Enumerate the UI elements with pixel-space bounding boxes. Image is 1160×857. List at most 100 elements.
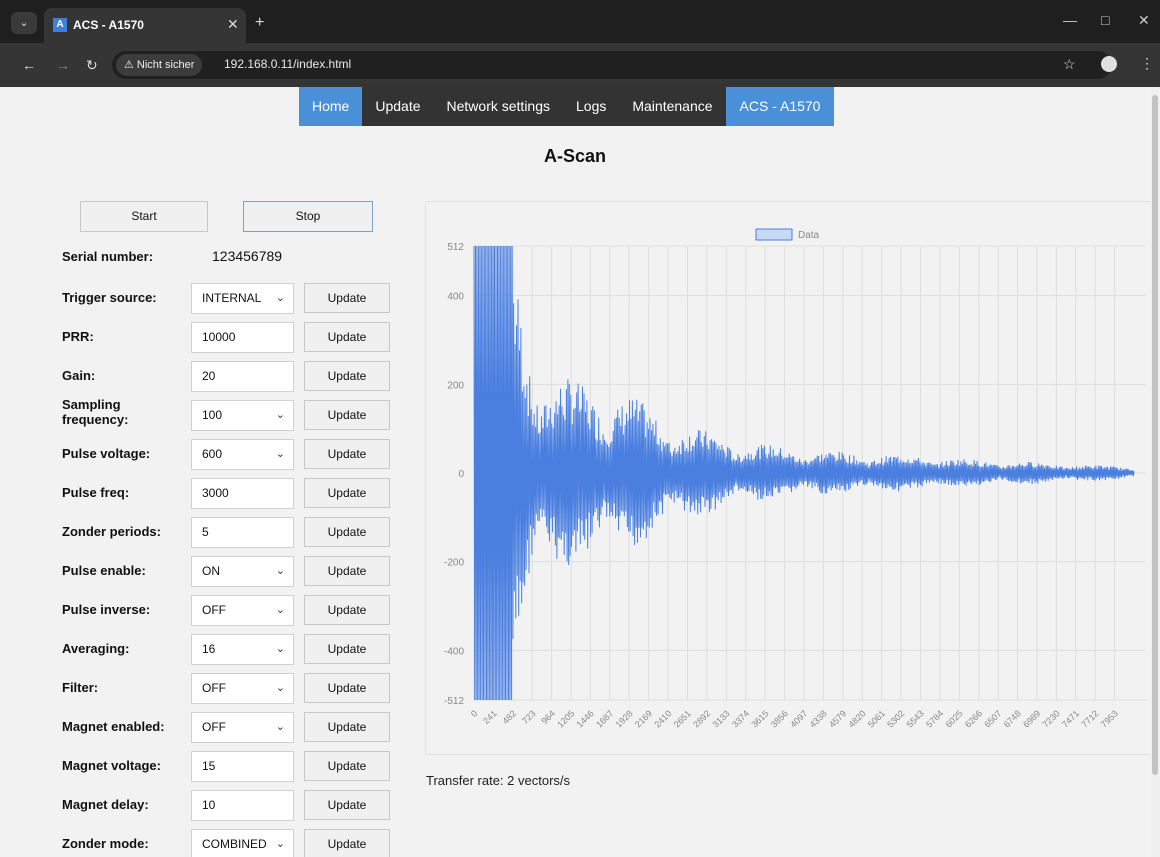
chevron-down-icon: ⌄ (275, 565, 285, 577)
chevron-down-icon: ⌄ (275, 643, 285, 655)
page-title: A-Scan (543, 146, 606, 166)
setting-label: Gain: (62, 368, 96, 383)
update-button[interactable]: Update (304, 712, 390, 742)
x-tick-label: 964 (539, 708, 557, 726)
forward-icon[interactable]: → (56, 57, 70, 73)
menu-kebab-icon[interactable]: ⋮ (1140, 55, 1154, 72)
nav-home[interactable]: Home (299, 87, 363, 126)
page-viewport: Home Update Network settings Logs Mainte… (0, 87, 1150, 857)
setting-label: Pulse inverse: (62, 602, 151, 617)
chevron-down-icon: ⌄ (275, 721, 285, 733)
setting-input[interactable]: 10 (191, 790, 294, 821)
setting-input[interactable]: 10000 (191, 322, 294, 353)
setting-value: OFF (202, 720, 226, 734)
transfer-rate: Transfer rate: 2 vectors/s (426, 773, 571, 788)
x-tick-label: 4338 (808, 708, 829, 729)
setting-label: Pulse enable: (62, 563, 146, 578)
nav-network-settings[interactable]: Network settings (433, 87, 563, 126)
browser-tab-bar: ⌄ A ACS - A1570 ✕ + — □ ✕ (0, 0, 1160, 43)
setting-select[interactable]: COMBINED ⌄ (191, 829, 294, 857)
scroll-thumb[interactable] (1152, 95, 1158, 775)
update-button[interactable]: Update (304, 595, 390, 625)
setting-value: OFF (202, 603, 226, 617)
x-tick-label: 5543 (905, 708, 926, 729)
setting-value: 10 (202, 798, 216, 812)
setting-label: Pulse voltage: (62, 446, 151, 461)
setting-value: OFF (202, 681, 226, 695)
setting-input[interactable]: 5 (191, 517, 294, 548)
setting-label: PRR: (62, 329, 94, 344)
y-tick-label: 0 (458, 469, 464, 480)
setting-input[interactable]: 20 (191, 361, 294, 392)
setting-value: ON (202, 564, 220, 578)
page-scrollbar[interactable] (1150, 87, 1160, 857)
update-button[interactable]: Update (304, 751, 390, 781)
setting-select[interactable]: ON ⌄ (191, 556, 294, 587)
setting-value: 5 (202, 525, 209, 539)
close-tab-icon[interactable]: ✕ (227, 16, 239, 33)
y-tick-label: -400 (444, 646, 464, 657)
setting-select[interactable]: 600 ⌄ (191, 439, 294, 470)
x-tick-label: 0 (469, 708, 480, 719)
minimize-icon[interactable]: — (1063, 12, 1077, 28)
y-tick-label: -512 (444, 696, 464, 707)
chevron-down-icon: ⌄ (275, 682, 285, 694)
update-button[interactable]: Update (304, 283, 390, 313)
update-button[interactable]: Update (304, 361, 390, 391)
setting-value: 100 (202, 408, 223, 422)
browser-tab[interactable]: A ACS - A1570 ✕ (44, 8, 246, 43)
setting-select[interactable]: OFF ⌄ (191, 595, 294, 626)
setting-input[interactable]: 15 (191, 751, 294, 782)
x-tick-label: 6989 (1021, 708, 1042, 729)
maximize-icon[interactable]: □ (1101, 12, 1109, 28)
omnibox[interactable]: ⚠ Nicht sicher 192.168.0.11/index.html (112, 51, 1112, 79)
setting-select[interactable]: 16 ⌄ (191, 634, 294, 665)
x-tick-label: 5784 (924, 708, 945, 729)
nav-maintenance[interactable]: Maintenance (619, 87, 726, 126)
setting-value: 16 (202, 642, 216, 656)
update-button[interactable]: Update (304, 634, 390, 664)
setting-select[interactable]: INTERNAL ⌄ (191, 283, 294, 314)
update-button[interactable]: Update (304, 673, 390, 703)
reload-icon[interactable]: ↻ (86, 57, 98, 74)
chevron-down-icon: ⌄ (275, 604, 285, 616)
x-tick-label: 3856 (769, 708, 790, 729)
url-text[interactable]: 192.168.0.11/index.html (224, 57, 351, 71)
security-chip[interactable]: ⚠ Nicht sicher (116, 54, 203, 76)
close-window-icon[interactable]: ✕ (1138, 12, 1150, 29)
bookmark-star-icon[interactable]: ☆ (1063, 56, 1076, 73)
setting-value: 15 (202, 759, 216, 773)
setting-label: Magnet delay: (62, 797, 149, 812)
x-tick-label: 6507 (982, 708, 1003, 729)
setting-value: INTERNAL (202, 291, 262, 305)
main-nav: Home Update Network settings Logs Mainte… (299, 87, 835, 126)
profile-icon[interactable] (1101, 56, 1117, 72)
back-icon[interactable]: ← (22, 57, 36, 73)
update-button[interactable]: Update (304, 790, 390, 820)
x-tick-label: 7471 (1060, 708, 1081, 729)
x-tick-label: 4097 (788, 708, 809, 729)
update-button[interactable]: Update (304, 829, 390, 857)
update-button[interactable]: Update (304, 322, 390, 352)
update-button[interactable]: Update (304, 556, 390, 586)
x-tick-label: 6748 (1002, 708, 1023, 729)
chevron-down-icon: ⌄ (275, 838, 285, 850)
setting-input[interactable]: 3000 (191, 478, 294, 509)
update-button[interactable]: Update (304, 478, 390, 508)
setting-select[interactable]: OFF ⌄ (191, 712, 294, 743)
setting-value: 20 (202, 369, 216, 383)
tab-search-icon[interactable]: ⌄ (11, 12, 37, 34)
stop-button[interactable]: Stop (243, 201, 373, 232)
update-button[interactable]: Update (304, 439, 390, 469)
update-button[interactable]: Update (304, 517, 390, 547)
setting-select[interactable]: 100 ⌄ (191, 400, 294, 431)
setting-label: Averaging: (62, 641, 130, 656)
new-tab-icon[interactable]: + (255, 14, 264, 32)
start-button[interactable]: Start (80, 201, 208, 232)
nav-device[interactable]: ACS - A1570 (725, 87, 835, 126)
update-button[interactable]: Update (304, 400, 390, 430)
x-tick-label: 4820 (846, 708, 867, 729)
nav-update[interactable]: Update (362, 87, 434, 126)
nav-logs[interactable]: Logs (563, 87, 620, 126)
setting-select[interactable]: OFF ⌄ (191, 673, 294, 704)
